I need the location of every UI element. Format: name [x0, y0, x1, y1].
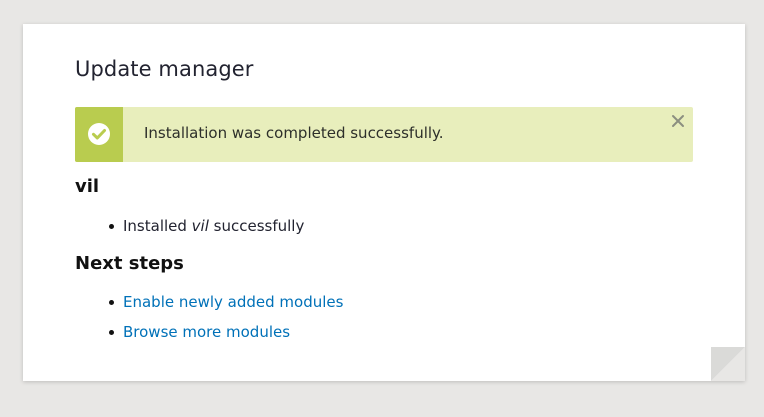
next-steps-list: Enable newly added modules Browse more m… [75, 292, 343, 352]
content-card: Update manager Installation was complete… [23, 24, 745, 381]
result-prefix: Installed [123, 217, 192, 235]
status-bar [75, 107, 123, 162]
next-steps-heading: Next steps [75, 253, 184, 274]
enable-modules-link[interactable]: Enable newly added modules [123, 293, 343, 311]
list-item: Enable newly added modules [75, 292, 343, 322]
result-suffix: successfully [208, 217, 305, 235]
module-name-heading: vil [75, 176, 100, 197]
status-message-text: Installation was completed successfully. [144, 124, 444, 142]
list-item: Installed vil successfully [75, 216, 304, 246]
page-fold-decoration [711, 347, 745, 381]
status-message: Installation was completed successfully. [75, 107, 693, 162]
result-module-name: vil [191, 217, 209, 235]
browse-modules-link[interactable]: Browse more modules [123, 323, 290, 341]
list-item: Browse more modules [75, 322, 343, 352]
close-icon[interactable] [669, 112, 687, 130]
page-title: Update manager [75, 57, 254, 81]
install-result-list: Installed vil successfully [75, 216, 304, 246]
